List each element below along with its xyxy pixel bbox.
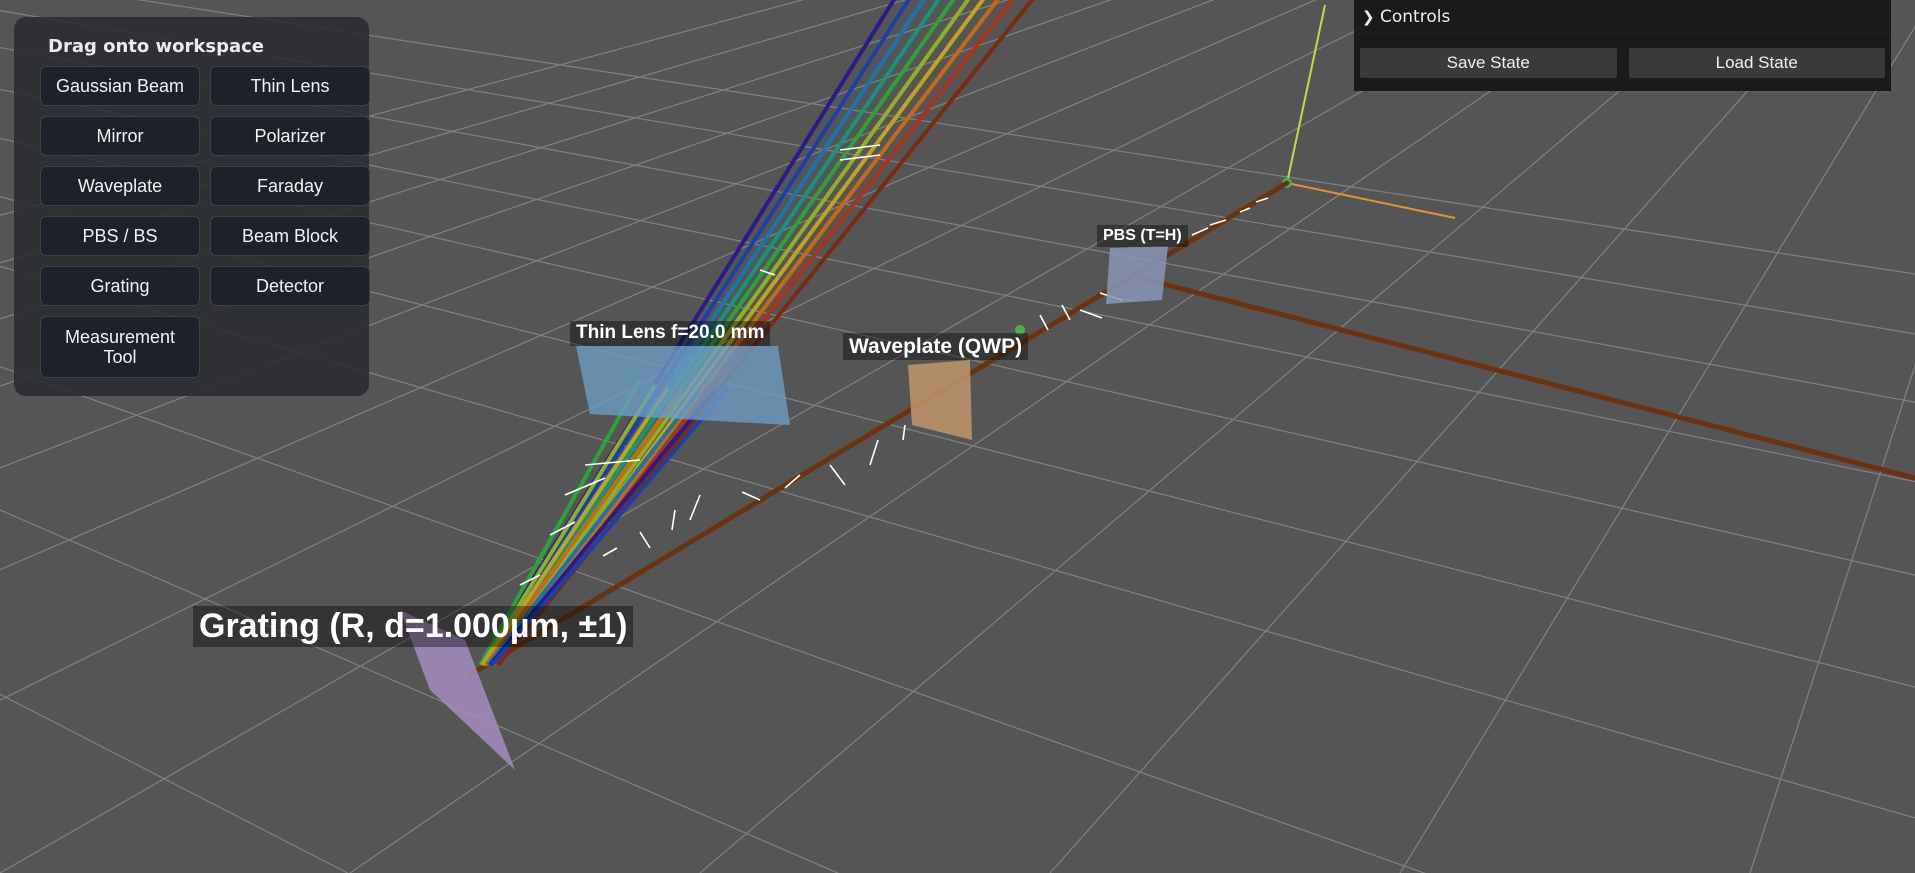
waveplate-label: Waveplate (QWP) — [843, 333, 1029, 361]
pbs-element[interactable] — [1106, 246, 1168, 304]
load-state-button[interactable]: Load State — [1628, 48, 1885, 78]
thin-lens-element[interactable] — [576, 346, 790, 425]
chevron-right-icon: ❯ — [1362, 7, 1375, 26]
palette-mirror-button[interactable]: Mirror — [40, 116, 200, 156]
palette-detector-button[interactable]: Detector — [210, 266, 370, 306]
palette-polarizer-button[interactable]: Polarizer — [210, 116, 370, 156]
save-state-button[interactable]: Save State — [1360, 48, 1617, 78]
palette-faraday-button[interactable]: Faraday — [210, 166, 370, 206]
palette-pbs-bs-button[interactable]: PBS / BS — [40, 216, 200, 256]
palette-measurement-tool-button[interactable]: Measurement Tool — [40, 316, 200, 378]
thin-lens-label: Thin Lens f=20.0 mm — [570, 321, 771, 346]
palette-gaussian-beam-button[interactable]: Gaussian Beam — [40, 66, 200, 106]
palette-thin-lens-button[interactable]: Thin Lens — [210, 66, 370, 106]
controls-toggle[interactable]: ❯ Controls — [1354, 0, 1891, 34]
component-palette: Drag onto workspace Gaussian Beam Thin L… — [14, 17, 370, 396]
waveplate-element[interactable] — [908, 360, 972, 440]
palette-grid: Gaussian Beam Thin Lens Mirror Polarizer… — [40, 66, 370, 378]
palette-grating-button[interactable]: Grating — [40, 266, 200, 306]
palette-waveplate-button[interactable]: Waveplate — [40, 166, 200, 206]
controls-title: Controls — [1380, 6, 1451, 27]
palette-title: Drag onto workspace — [48, 36, 264, 57]
grating-label: Grating (R, d=1.000µm, ±1) — [193, 606, 634, 648]
palette-beam-block-button[interactable]: Beam Block — [210, 216, 370, 256]
controls-panel: ❯ Controls Save State Load State — [1354, 0, 1891, 91]
pbs-label: PBS (T=H) — [1097, 225, 1188, 247]
controls-buttons: Save State Load State — [1354, 34, 1891, 78]
